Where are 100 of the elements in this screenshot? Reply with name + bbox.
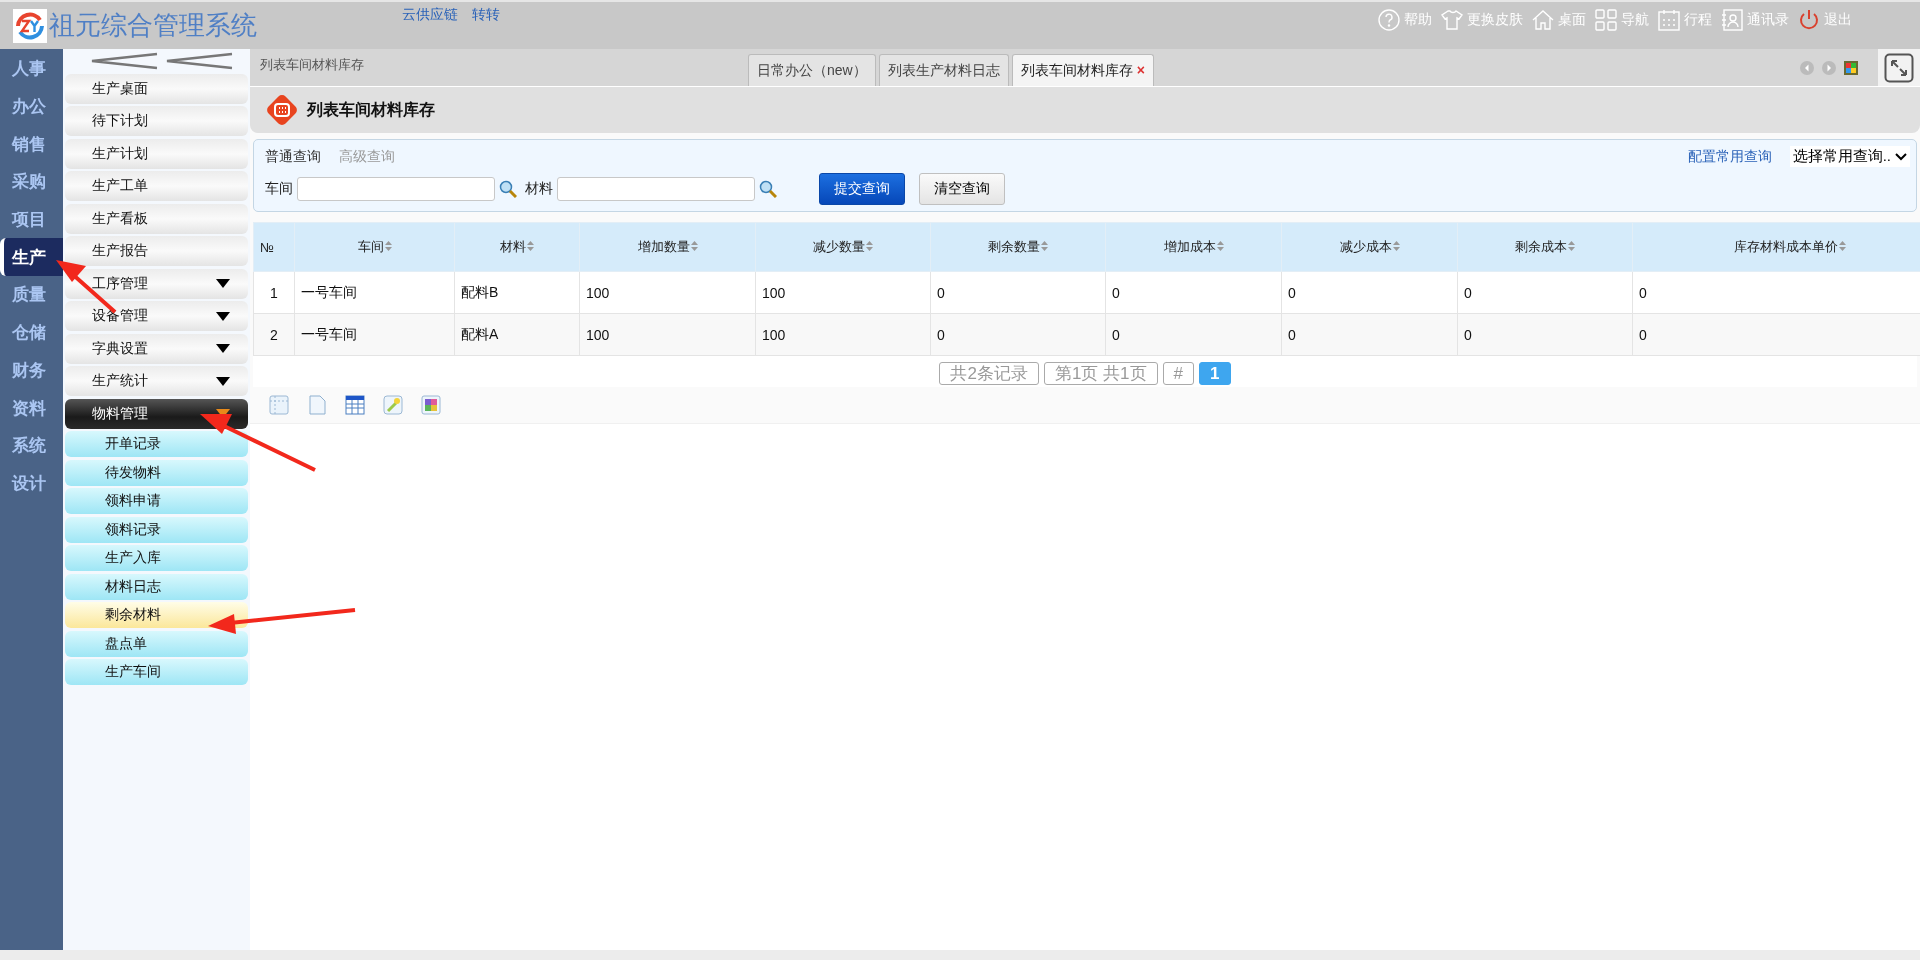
table-cell: 1 [253, 271, 295, 314]
submenu-group[interactable]: 物料管理 [65, 398, 248, 429]
search-icon[interactable] [759, 180, 777, 198]
module-item[interactable]: 采购 [0, 163, 63, 201]
submenu-item[interactable]: 生产看板 [65, 203, 248, 234]
dropdown-triangle-icon [216, 279, 230, 288]
table-icon[interactable] [344, 394, 366, 416]
table-cell: 0 [1281, 313, 1458, 356]
submenu-item[interactable]: 待下计划 [65, 106, 248, 136]
fullscreen-icon[interactable] [1884, 52, 1914, 83]
input-field[interactable] [557, 177, 755, 201]
module-item[interactable]: 办公 [0, 87, 63, 126]
submenu-subitem[interactable]: 材料日志 [65, 573, 248, 600]
table-cell: 0 [930, 313, 1106, 356]
table-cell: 0 [1457, 271, 1633, 314]
module-item[interactable]: 生产 [0, 238, 63, 277]
tab[interactable]: 列表车间材料库存 × [1011, 54, 1154, 86]
column-header: № [253, 222, 295, 272]
query-mode-tab[interactable]: 普通查询 [265, 147, 321, 166]
module-item[interactable]: 人事 [0, 50, 63, 88]
calendar-icon [1657, 8, 1681, 32]
search-icon[interactable] [499, 180, 517, 198]
submenu-item[interactable]: 生产工单 [65, 171, 248, 201]
sort-icon [690, 241, 698, 251]
sort-icon [384, 241, 392, 251]
close-tab-icon[interactable]: × [1136, 61, 1145, 78]
table-cell: 0 [1105, 271, 1282, 314]
column-header[interactable]: 库存材料成本单价 [1632, 222, 1920, 272]
module-item[interactable]: 设计 [0, 464, 63, 503]
column-header[interactable]: 车间 [294, 222, 455, 272]
top-link[interactable]: 云供应链 [402, 6, 458, 24]
module-item[interactable]: 销售 [0, 125, 63, 164]
dropdown-triangle-icon [216, 311, 230, 321]
module-item[interactable]: 项目 [0, 200, 63, 239]
query-button[interactable]: 清空查询 [919, 173, 1005, 205]
puzzle-icon[interactable] [420, 394, 442, 416]
table-cell: 配料A [454, 313, 580, 356]
sort-icon [866, 241, 873, 251]
table-cell: 100 [579, 313, 756, 356]
submenu-group[interactable]: 字典设置 [65, 333, 248, 364]
column-header[interactable]: 剩余数量 [930, 222, 1106, 272]
page-title: 列表车间材料库存 [307, 99, 435, 120]
app-title: 祖元综合管理系统 [49, 9, 257, 42]
table-cell: 0 [1632, 313, 1920, 356]
tab[interactable]: 日常办公（new） [748, 54, 876, 86]
submenu-subitem[interactable]: 盘点单 [65, 630, 248, 657]
column-header[interactable]: 减少数量 [755, 222, 931, 272]
query-button[interactable]: 提交查询 [819, 173, 905, 205]
table-cell: 0 [1457, 313, 1633, 356]
shirt-icon [1440, 8, 1464, 32]
field-label: 材料 [525, 180, 553, 198]
contact-card-icon [1720, 8, 1744, 32]
input-field[interactable] [297, 177, 495, 201]
table-cell: 0 [930, 271, 1106, 314]
table-cell: 配料B [454, 271, 580, 314]
submenu-item[interactable]: 生产报告 [65, 236, 248, 266]
submenu-group[interactable]: 生产统计 [65, 366, 248, 396]
submenu-subitem[interactable]: 领料记录 [65, 516, 248, 543]
page-info: 第1页 共1页 [1043, 362, 1158, 385]
submenu-item[interactable]: 生产计划 [65, 138, 248, 169]
submenu-subitem[interactable]: 待发物料 [65, 459, 248, 486]
field-label: 车间 [265, 180, 293, 198]
table-cell: 0 [1281, 271, 1458, 314]
top-link[interactable]: 转转 [472, 6, 500, 24]
tab[interactable]: 列表生产材料日志 [878, 54, 1009, 86]
table-cell: 一号车间 [294, 271, 455, 314]
module-item[interactable]: 财务 [0, 351, 63, 390]
dropdown-triangle-icon [216, 376, 230, 386]
module-item[interactable]: 系统 [0, 426, 63, 465]
column-header[interactable]: 增加成本 [1105, 222, 1282, 272]
house-icon [1531, 8, 1555, 32]
record-count: 共2条记录 [939, 362, 1039, 385]
saved-query-select[interactable]: 选择常用查询.. [1789, 146, 1910, 167]
table-cell: 0 [1105, 313, 1282, 356]
module-item[interactable]: 资料 [0, 389, 63, 427]
config-link[interactable]: 配置常用查询 [1687, 147, 1772, 166]
sort-icon [1392, 241, 1400, 251]
submenu-group[interactable]: 工序管理 [65, 268, 248, 299]
logo-icon [13, 8, 47, 43]
dropdown-triangle-icon [216, 344, 230, 353]
submenu-subitem[interactable]: 生产车间 [65, 659, 248, 685]
sort-icon [1568, 241, 1575, 251]
module-item[interactable]: 质量 [0, 276, 63, 314]
column-header[interactable]: 增加数量 [579, 222, 756, 272]
table-cell: 100 [755, 313, 931, 356]
column-header[interactable]: 材料 [454, 222, 580, 272]
color-squares-icon[interactable] [1844, 60, 1858, 75]
submenu-subitem[interactable]: 剩余材料 [65, 602, 248, 628]
submenu-subitem[interactable]: 领料申请 [65, 488, 248, 514]
table-cell: 100 [755, 271, 931, 314]
column-header[interactable]: 减少成本 [1281, 222, 1458, 272]
column-header[interactable]: 剩余成本 [1457, 222, 1633, 272]
table-cell: 100 [579, 271, 756, 314]
submenu-subitem[interactable]: 开单记录 [65, 431, 248, 457]
sort-icon [1216, 241, 1224, 251]
module-item[interactable]: 仓储 [0, 313, 63, 352]
grid-icon [1594, 8, 1618, 32]
chevron-down-icon [1895, 152, 1907, 161]
submenu-subitem[interactable]: 生产入库 [65, 545, 248, 571]
submenu-item[interactable]: 生产桌面 [65, 73, 248, 104]
